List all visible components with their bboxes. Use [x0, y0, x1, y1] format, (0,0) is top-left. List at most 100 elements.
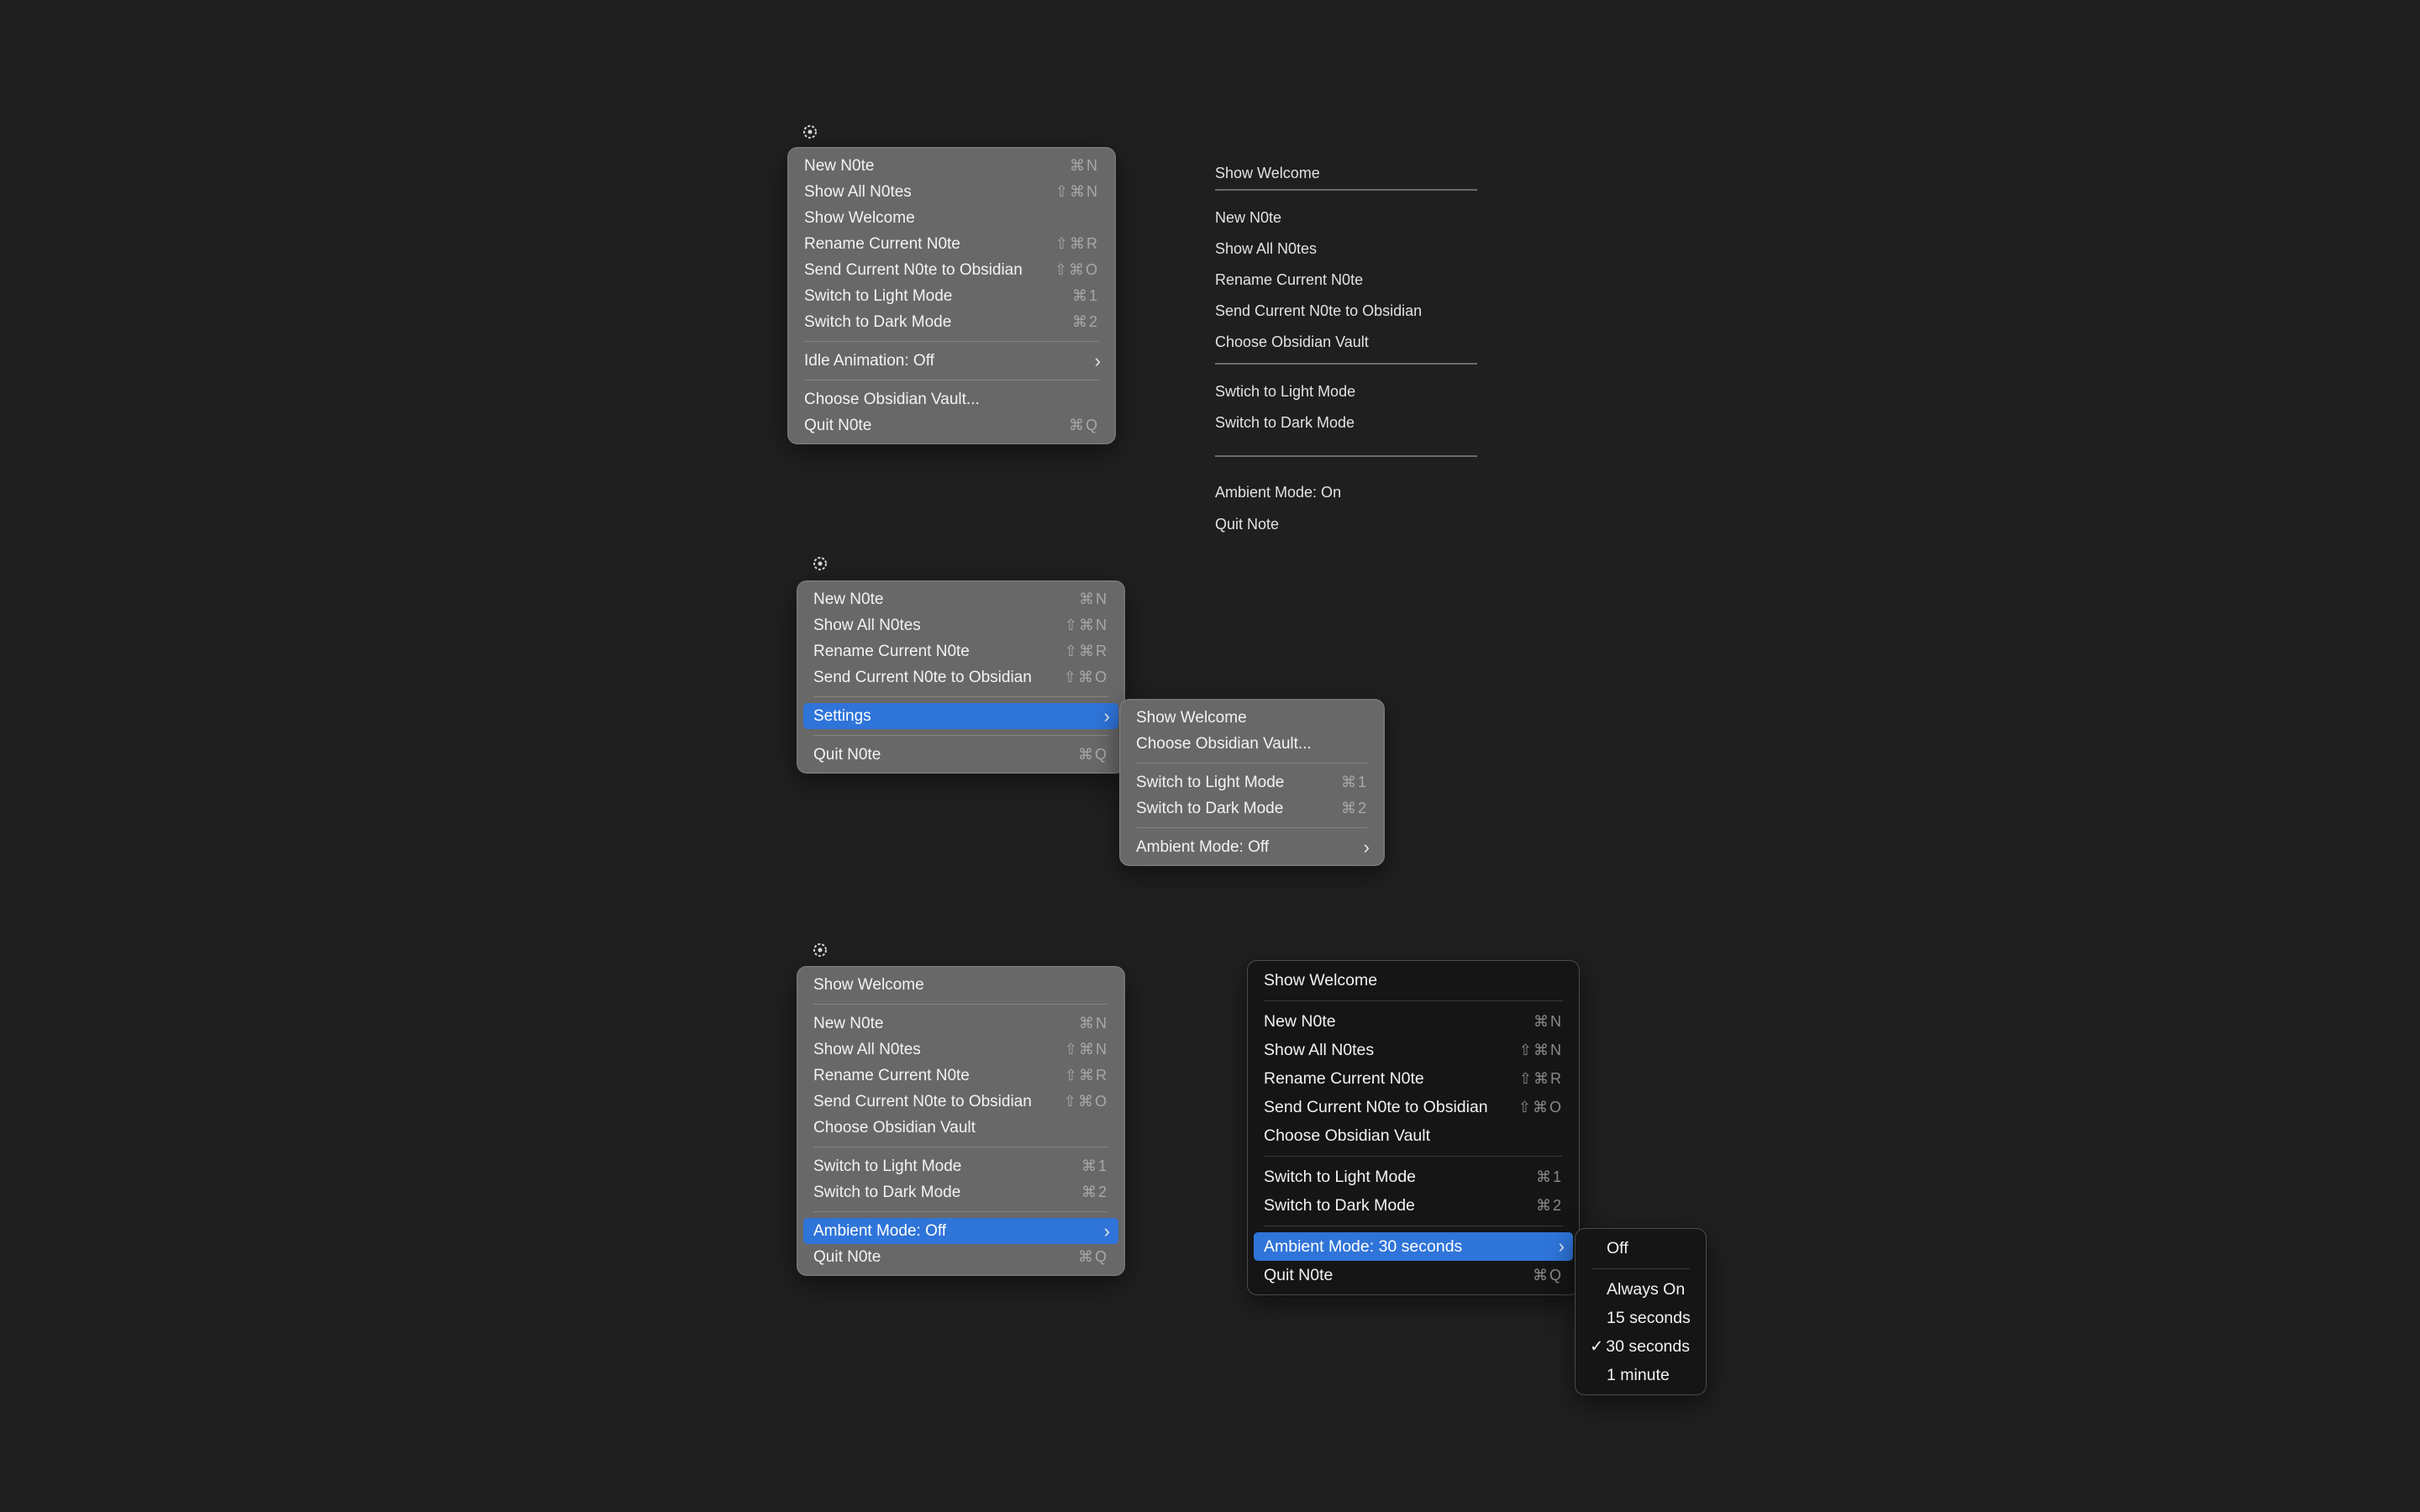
shortcut: ⌘1: [1535, 1168, 1563, 1185]
menu-item-label: Send Current N0te to Obsidian: [813, 1092, 1032, 1110]
ambient-option-selected[interactable]: ✓ 30 seconds: [1581, 1332, 1700, 1361]
menu-item-show-welcome[interactable]: Show Welcome: [1254, 966, 1573, 995]
menu-item-dark-mode[interactable]: Switch to Dark Mode ⌘2: [794, 309, 1109, 335]
menu-item-light-mode[interactable]: Switch to Light Mode ⌘1: [794, 283, 1109, 309]
menu-item-label: Send Current N0te to Obsidian: [1264, 1097, 1488, 1116]
menu-item-dark-mode[interactable]: Switch to Dark Mode ⌘2: [803, 1179, 1118, 1205]
menu-item-new-note[interactable]: New N0te ⌘N: [803, 1011, 1118, 1037]
menu-item-rename-note[interactable]: Rename Current N0te ⇧⌘R: [803, 1063, 1118, 1089]
menu-item-quit[interactable]: Quit N0te ⌘Q: [794, 412, 1109, 438]
menu-item-show-welcome[interactable]: Show Welcome: [1126, 705, 1378, 731]
menu-item-label: New N0te: [813, 590, 884, 608]
menu-item-label: Choose Obsidian Vault: [1264, 1126, 1431, 1145]
menu-item-label: Idle Animation: Off: [804, 351, 934, 370]
menu-separator: [804, 380, 1099, 381]
shortcut: ⌘1: [1071, 287, 1099, 304]
menu-item-settings[interactable]: Settings ›: [803, 703, 1118, 729]
menu-item-choose-vault[interactable]: Choose Obsidian Vault: [803, 1115, 1118, 1141]
menu-item-choose-vault[interactable]: Choose Obsidian Vault...: [794, 386, 1109, 412]
menu-separator: [1264, 1000, 1563, 1001]
shortcut: ⇧⌘R: [1518, 1069, 1563, 1087]
menu-item-new-note[interactable]: New N0te ⌘N: [794, 153, 1109, 179]
menu-item-ambient-mode[interactable]: Ambient Mode: Off ›: [1126, 834, 1378, 860]
menu-item-new-note[interactable]: New N0te ⌘N: [1254, 1007, 1573, 1036]
menu-item-label: New N0te: [804, 156, 875, 175]
app-tray-icon[interactable]: [809, 939, 831, 961]
menu-item-label: Switch to Dark Mode: [813, 1183, 961, 1201]
menu-item-show-all-notes[interactable]: Show All N0tes ⇧⌘N: [794, 179, 1109, 205]
menu-item-dark-mode[interactable]: Switch to Dark Mode ⌘2: [1254, 1191, 1573, 1220]
menu-item-label: Choose Obsidian Vault...: [1136, 734, 1312, 753]
menu-item-label: Show All N0tes: [813, 1040, 921, 1058]
ambient-submenu: Off Always On 15 seconds ✓ 30 seconds 1 m…: [1575, 1228, 1707, 1395]
menu-item-quit[interactable]: Quit N0te ⌘Q: [803, 1244, 1118, 1270]
menu-item-label: Rename Current N0te: [813, 1066, 970, 1084]
wire-item: Rename Current N0te: [1215, 271, 1364, 288]
menu-item-light-mode[interactable]: Switch to Light Mode ⌘1: [1254, 1163, 1573, 1191]
ambient-option[interactable]: 1 minute: [1581, 1361, 1700, 1389]
menu-item-show-all-notes[interactable]: Show All N0tes ⇧⌘N: [1254, 1036, 1573, 1064]
menu-item-label: Show All N0tes: [1264, 1040, 1375, 1059]
menu-item-ambient-mode[interactable]: Ambient Mode: 30 seconds ›: [1254, 1232, 1573, 1261]
shortcut: ⇧⌘O: [1518, 1098, 1563, 1116]
app-tray-icon[interactable]: [809, 553, 831, 575]
menu-item-idle-animation[interactable]: Idle Animation: Off ›: [794, 348, 1109, 374]
menu-item-label: Always On: [1607, 1279, 1686, 1299]
menu-item-send-to-obsidian[interactable]: Send Current N0te to Obsidian ⇧⌘O: [803, 1089, 1118, 1115]
menu-item-send-to-obsidian[interactable]: Send Current N0te to Obsidian ⇧⌘O: [803, 664, 1118, 690]
menu-item-show-all-notes[interactable]: Show All N0tes ⇧⌘N: [803, 1037, 1118, 1063]
app-menu-ambient: Show Welcome New N0te ⌘N Show All N0tes ⇧⌘…: [797, 966, 1125, 1276]
menu-item-new-note[interactable]: New N0te ⌘N: [803, 586, 1118, 612]
menu-item-quit[interactable]: Quit N0te ⌘Q: [1254, 1261, 1573, 1289]
menu-item-send-to-obsidian[interactable]: Send Current N0te to Obsidian ⇧⌘O: [794, 257, 1109, 283]
menu-item-show-all-notes[interactable]: Show All N0tes ⇧⌘N: [803, 612, 1118, 638]
menu-item-label: Ambient Mode: 30 seconds: [1264, 1236, 1463, 1256]
menu-item-label: Show Welcome: [1264, 970, 1378, 990]
menu-separator: [813, 735, 1108, 736]
menu-item-send-to-obsidian[interactable]: Send Current N0te to Obsidian ⇧⌘O: [1254, 1093, 1573, 1121]
app-tray-icon[interactable]: [799, 121, 821, 143]
menu-item-rename-note[interactable]: Rename Current N0te ⇧⌘R: [803, 638, 1118, 664]
chevron-right-icon: ›: [1103, 705, 1110, 727]
wire-item: Swtich to Light Mode: [1215, 383, 1356, 400]
menu-item-show-welcome[interactable]: Show Welcome: [803, 972, 1118, 998]
wire-item: Send Current N0te to Obsidian: [1215, 302, 1423, 319]
chevron-right-icon: ›: [1363, 836, 1370, 858]
menu-item-label: Show All N0tes: [813, 616, 921, 634]
menu-item-choose-vault[interactable]: Choose Obsidian Vault...: [1126, 731, 1378, 757]
menu-item-label: Show All N0tes: [804, 182, 912, 201]
menu-wireframe-list: Show Welcome New N0te Show All N0tes Ren…: [1215, 158, 1477, 540]
menu-separator: [813, 1211, 1108, 1212]
menu-item-ambient-mode[interactable]: Ambient Mode: Off ›: [803, 1218, 1118, 1244]
wire-separator: [1215, 455, 1477, 457]
menu-item-label: Choose Obsidian Vault: [813, 1118, 976, 1137]
wire-item: Choose Obsidian Vault: [1215, 333, 1369, 350]
menu-item-label: Switch to Light Mode: [804, 286, 953, 305]
ambient-option[interactable]: 15 seconds: [1581, 1304, 1700, 1332]
menu-separator: [1136, 763, 1368, 764]
menu-item-dark-mode[interactable]: Switch to Dark Mode ⌘2: [1126, 795, 1378, 822]
wire-item: Switch to Dark Mode: [1215, 414, 1355, 431]
shortcut: ⇧⌘N: [1518, 1041, 1563, 1058]
chevron-right-icon: ›: [1103, 1220, 1110, 1242]
menu-item-label: Switch to Dark Mode: [1264, 1195, 1415, 1215]
menu-item-label: New N0te: [813, 1014, 884, 1032]
menu-item-choose-vault[interactable]: Choose Obsidian Vault: [1254, 1121, 1573, 1150]
menu-item-label: Choose Obsidian Vault...: [804, 390, 980, 408]
menu-item-label: Settings: [813, 706, 871, 725]
menu-item-label: Send Current N0te to Obsidian: [813, 668, 1032, 686]
menu-item-label: 1 minute: [1607, 1365, 1670, 1384]
menu-item-rename-note[interactable]: Rename Current N0te ⇧⌘R: [1254, 1064, 1573, 1093]
shortcut: ⌘N: [1079, 591, 1108, 607]
ambient-option[interactable]: Always On: [1581, 1275, 1700, 1304]
menu-item-rename-note[interactable]: Rename Current N0te ⇧⌘R: [794, 231, 1109, 257]
menu-item-light-mode[interactable]: Switch to Light Mode ⌘1: [1126, 769, 1378, 795]
shortcut: ⇧⌘N: [1064, 1041, 1108, 1058]
menu-item-light-mode[interactable]: Switch to Light Mode ⌘1: [803, 1153, 1118, 1179]
menu-item-show-welcome[interactable]: Show Welcome: [794, 205, 1109, 231]
ambient-option-off[interactable]: Off: [1581, 1234, 1700, 1263]
menu-item-label: Switch to Light Mode: [1136, 773, 1285, 791]
shortcut: ⇧⌘O: [1063, 1093, 1108, 1110]
menu-item-label: Rename Current N0te: [1264, 1068, 1424, 1088]
menu-item-quit[interactable]: Quit N0te ⌘Q: [803, 742, 1118, 768]
